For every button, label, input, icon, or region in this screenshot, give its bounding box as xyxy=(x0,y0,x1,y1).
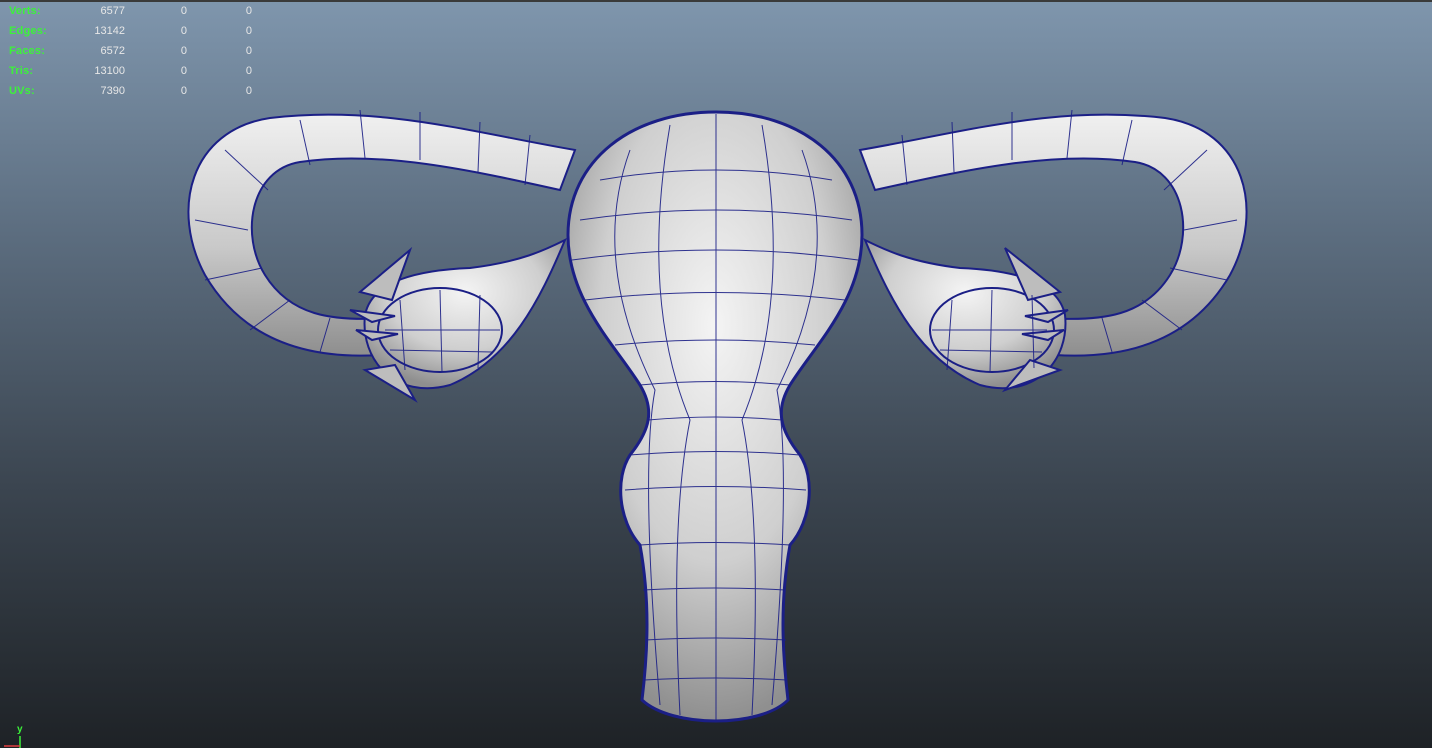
mesh-model[interactable] xyxy=(0,0,1432,748)
hud-value: 0 xyxy=(180,65,187,77)
hud-value: 0 xyxy=(180,25,187,37)
hud-row-verts: Verts: 6577 0 0 xyxy=(9,1,252,21)
hud-label: Faces: xyxy=(9,45,46,57)
hud-value: 0 xyxy=(245,45,252,57)
hud-value: 13100 xyxy=(94,65,125,77)
hud-value: 0 xyxy=(245,65,252,77)
axis-y-label: y xyxy=(17,724,23,735)
hud-value: 6577 xyxy=(100,5,125,17)
hud-value: 0 xyxy=(245,85,252,97)
3d-viewport[interactable]: Verts: 6577 0 0 Edges: 13142 0 0 Faces: … xyxy=(0,0,1432,748)
hud-value: 0 xyxy=(245,25,252,37)
poly-count-hud: Verts: 6577 0 0 Edges: 13142 0 0 Faces: … xyxy=(9,1,252,101)
hud-value: 13142 xyxy=(94,25,125,37)
hud-value: 0 xyxy=(180,85,187,97)
hud-row-edges: Edges: 13142 0 0 xyxy=(9,21,252,41)
hud-row-uvs: UVs: 7390 0 0 xyxy=(9,81,252,101)
hud-label: Verts: xyxy=(9,5,41,17)
uterus-body xyxy=(566,110,864,723)
hud-label: Tris: xyxy=(9,65,34,77)
hud-row-tris: Tris: 13100 0 0 xyxy=(9,61,252,81)
mesh-wireframe xyxy=(194,109,1238,720)
hud-value: 7390 xyxy=(100,85,125,97)
hud-value: 0 xyxy=(180,45,187,57)
hud-value: 0 xyxy=(180,5,187,17)
hud-label: Edges: xyxy=(9,25,47,37)
hud-value: 6572 xyxy=(100,45,125,57)
hud-row-faces: Faces: 6572 0 0 xyxy=(9,41,252,61)
hud-value: 0 xyxy=(245,5,252,17)
hud-label: UVs: xyxy=(9,85,35,97)
